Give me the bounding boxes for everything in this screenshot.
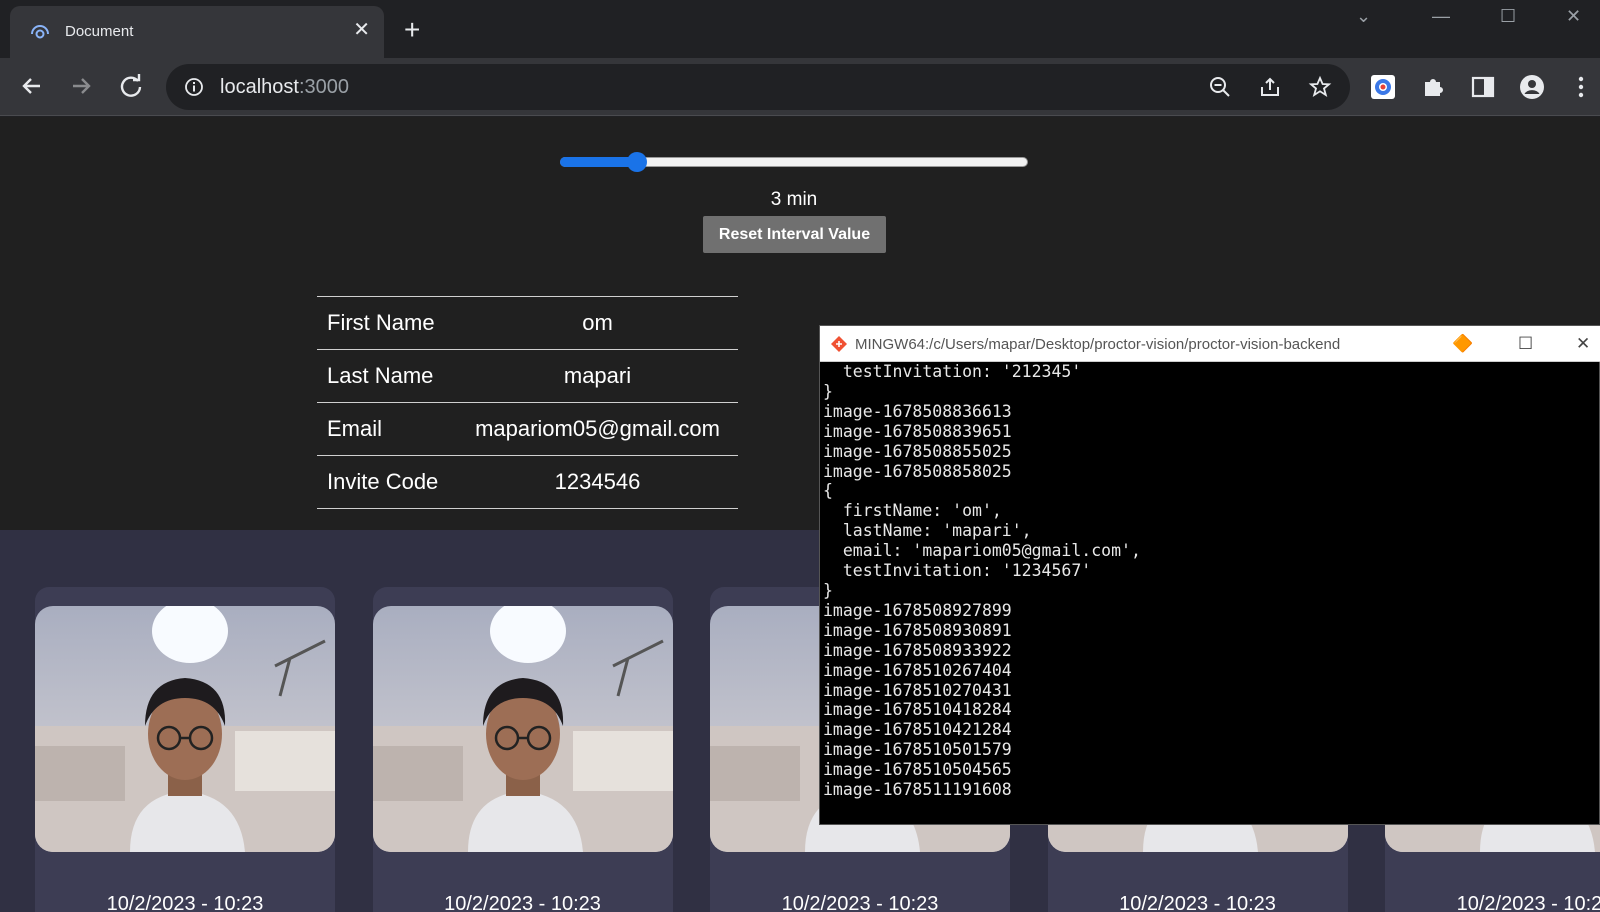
git-bash-icon [831,336,847,352]
site-info-icon[interactable] [184,77,204,97]
url-host: localhost [220,76,299,98]
info-row: Last Name mapari [317,349,738,403]
terminal-line: image-1678510501579 [823,740,1012,760]
terminal-pin-icon[interactable]: 🔶 [1452,334,1473,354]
candidate-info-table: First Name om Last Name mapari Email mapariom… [317,296,738,509]
url-port: :3000 [298,76,349,98]
minimize-icon[interactable]: — [1432,6,1450,27]
info-value: 1234546 [554,469,641,494]
webcam-snapshot-image [35,606,335,852]
terminal-line: image-1678510421284 [823,720,1012,740]
profile-avatar-icon[interactable] [1519,74,1545,100]
snapshot-timestamp: 10/2/2023 - 10:23 [106,893,264,912]
terminal-line: image-1678508930891 [823,620,1012,640]
terminal-line: image-1678510267404 [823,660,1012,680]
terminal-line: email: 'mapariom05@gmail.com', [823,541,1141,561]
terminal-output[interactable]: testInvitation: '212345'} image-167850883… [823,362,1593,822]
info-row: Email mapariom05@gmail.com [317,402,738,456]
terminal-line: testInvitation: '1234567' [823,561,1092,581]
terminal-close-icon[interactable]: ✕ [1576,334,1590,354]
terminal-line: lastName: 'mapari', [823,521,1032,541]
terminal-window[interactable]: MINGW64:/c/Users/mapar/Desktop/proctor-v… [819,325,1600,825]
info-key: Invite Code [327,469,439,494]
terminal-line: } [823,580,833,600]
reset-interval-button[interactable]: Reset Interval Value [703,216,886,253]
info-value: mapariom05@gmail.com [475,416,720,441]
snapshot-card[interactable]: 10/2/2023 - 10:23 [372,587,673,912]
terminal-line: image-1678508858025 [823,461,1012,481]
terminal-line: image-1678508839651 [823,421,1012,441]
info-row: Invite Code 1234546 [317,455,738,509]
snapshot-timestamp: 10/2/2023 - 10:23 [444,893,601,912]
snapshot-timestamp: 10/2/2023 - 10:23 [1119,893,1276,912]
extensions-puzzle-icon[interactable] [1420,74,1446,100]
interval-value-label: 3 min [770,189,818,210]
snapshot-photo[interactable] [35,606,335,852]
bookmark-star-icon[interactable] [1308,75,1332,99]
snapshot-timestamp: 10/2/2023 - 10:23 [1456,893,1600,912]
forward-icon[interactable] [65,70,97,102]
back-icon[interactable] [16,70,48,102]
reload-icon[interactable] [115,70,147,102]
maximize-icon[interactable]: ☐ [1500,6,1516,27]
info-key: First Name [327,310,435,335]
terminal-maximize-icon[interactable]: ☐ [1518,334,1533,354]
terminal-line: image-1678510418284 [823,700,1012,720]
side-panel-icon[interactable] [1470,74,1496,100]
terminal-line: testInvitation: '212345' [823,362,1082,381]
info-key: Last Name [327,363,434,388]
address-bar[interactable]: localhost:3000 [166,64,1350,110]
menu-kebab-icon[interactable] [1568,74,1594,100]
snapshot-card[interactable]: 10/2/2023 - 10:23 [35,587,335,912]
terminal-line: image-1678510270431 [823,680,1012,700]
loading-globe-icon [31,25,49,39]
terminal-line: image-1678508933922 [823,640,1012,660]
terminal-line: { [823,481,833,501]
new-tab-icon[interactable]: + [404,16,420,44]
terminal-line: } [823,381,833,401]
info-row: First Name om [317,296,738,350]
tab-title: Document [65,23,134,40]
terminal-line: firstName: 'om', [823,501,1002,521]
tab-close-icon[interactable]: ✕ [353,18,370,42]
terminal-titlebar[interactable]: MINGW64:/c/Users/mapar/Desktop/proctor-v… [820,326,1600,362]
browser-toolbar: localhost:3000 [0,58,1600,116]
terminal-line: image-1678511191608 [823,780,1012,800]
terminal-line: image-1678508836613 [823,401,1012,421]
close-window-icon[interactable]: ✕ [1566,6,1581,27]
info-value: mapari [563,363,632,388]
terminal-line: image-1678508855025 [823,441,1012,461]
tab-search-icon[interactable]: ⌄ [1356,6,1371,27]
interval-slider[interactable] [560,152,1028,172]
terminal-title: MINGW64:/c/Users/mapar/Desktop/proctor-v… [855,336,1341,353]
snapshot-photo[interactable] [372,606,673,852]
info-key: Email [327,416,383,441]
zoom-out-icon[interactable] [1208,75,1232,99]
browser-tabbar: Document ✕ + ⌄ — ☐ ✕ [0,0,1600,58]
extension-chrome-icon[interactable] [1370,74,1396,100]
share-icon[interactable] [1258,75,1282,99]
snapshot-timestamp: 10/2/2023 - 10:23 [781,893,939,912]
webcam-snapshot-image [372,606,673,852]
slider-thumb[interactable] [627,152,648,172]
terminal-line: image-1678508927899 [823,600,1012,620]
browser-tab[interactable]: Document ✕ [10,6,384,58]
url-text[interactable]: localhost:3000 [220,76,349,99]
terminal-line: image-1678510504565 [823,760,1012,780]
slider-fill [560,157,638,167]
info-value: om [582,310,613,335]
